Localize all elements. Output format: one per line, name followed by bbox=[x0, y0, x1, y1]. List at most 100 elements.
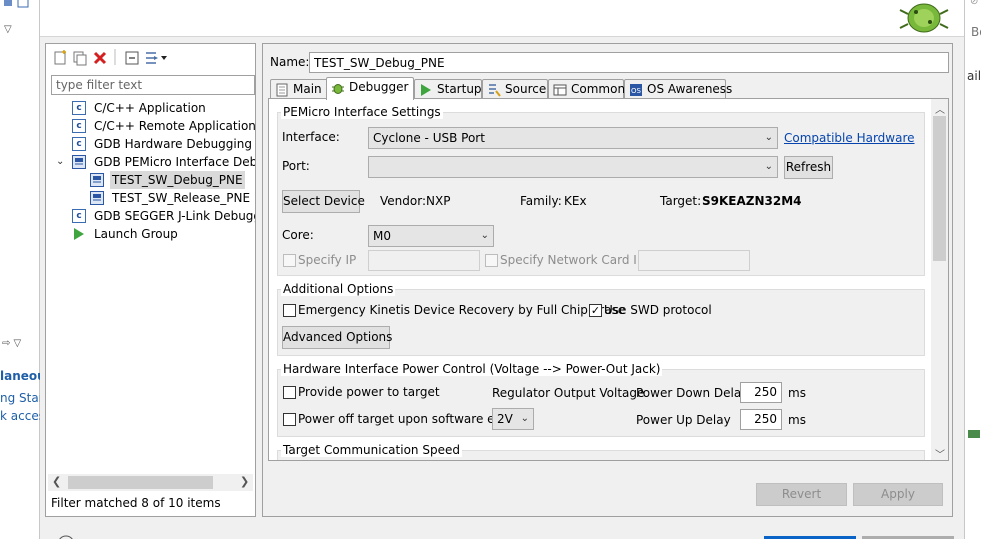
provide-power-checkbox[interactable] bbox=[283, 386, 296, 399]
help-icon[interactable] bbox=[56, 534, 76, 539]
specify-network-label: Specify Network Card IP bbox=[500, 253, 645, 267]
vendor-label: Vendor: bbox=[380, 194, 426, 208]
filter-status: Filter matched 8 of 10 items bbox=[51, 496, 221, 510]
tree-item-label: C/C++ Remote Application bbox=[94, 119, 255, 133]
tab-label: OS Awareness bbox=[647, 82, 733, 96]
use-swd-label: Use SWD protocol bbox=[604, 303, 712, 317]
delete-icon[interactable] bbox=[92, 50, 108, 66]
c-app-icon: c bbox=[72, 209, 86, 223]
scroll-down-icon[interactable]: ﹀ bbox=[935, 446, 945, 460]
launch-arrow-icon bbox=[74, 228, 84, 240]
filter-menu-icon[interactable] bbox=[144, 50, 168, 66]
interface-value: Cyclone - USB Port bbox=[373, 131, 485, 145]
launch-config-tree: c C/C++ Application c C/C++ Remote Appli… bbox=[46, 99, 255, 474]
chevron-down-icon: ⌄ bbox=[480, 230, 489, 241]
bg-right-icon bbox=[967, 426, 981, 443]
power-control-group: Hardware Interface Power Control (Voltag… bbox=[277, 362, 925, 437]
regulator-voltage-label: Regulator Output Voltage bbox=[492, 386, 645, 400]
bg-toolbar-icons bbox=[2, 0, 38, 11]
group-title: Additional Options bbox=[281, 282, 396, 296]
bg-right-text-0: ⊘ bbox=[970, 0, 979, 7]
tab-source[interactable]: Source bbox=[482, 79, 548, 99]
power-off-label: Power off target upon software exit bbox=[298, 412, 510, 426]
emergency-recovery-label: Emergency Kinetis Device Recovery by Ful… bbox=[298, 303, 626, 317]
power-down-delay-label: Power Down Delay bbox=[636, 386, 749, 400]
chevron-down-icon: ⌄ bbox=[520, 413, 529, 424]
interface-label: Interface: bbox=[282, 130, 340, 144]
power-off-checkbox[interactable] bbox=[283, 413, 296, 426]
apply-button[interactable]: Apply bbox=[853, 483, 943, 506]
ip-field[interactable] bbox=[368, 250, 480, 271]
communication-speed-group: Target Communication Speed bbox=[277, 443, 925, 460]
tree-item-label: GDB PEMicro Interface Debugging bbox=[94, 155, 255, 169]
revert-button[interactable]: Revert bbox=[756, 483, 847, 506]
voltage-select[interactable]: 2V ⌄ bbox=[492, 408, 534, 430]
use-swd-checkbox[interactable]: ✓ bbox=[589, 304, 602, 317]
power-up-delay-field[interactable]: 250 bbox=[740, 409, 782, 430]
refresh-button[interactable]: Refresh bbox=[784, 156, 833, 179]
tree-horizontal-scrollbar[interactable]: ❮ ❯ bbox=[48, 474, 253, 491]
additional-options-group: Additional Options Emergency Kinetis Dev… bbox=[277, 282, 925, 356]
specify-ip-label: Specify IP bbox=[298, 253, 357, 267]
chevron-down-icon: ⌄ bbox=[764, 161, 773, 172]
collapse-all-icon[interactable] bbox=[124, 50, 140, 66]
debugger-tab-content: PEMicro Interface Settings Interface: Cy… bbox=[268, 98, 949, 461]
compatible-hardware-link[interactable]: Compatible Hardware bbox=[784, 131, 915, 145]
network-ip-field[interactable] bbox=[638, 250, 750, 271]
bg-chevron-icon: ▽ bbox=[4, 24, 12, 35]
debug-configurations-dialog: c C/C++ Application c C/C++ Remote Appli… bbox=[40, 0, 964, 539]
advanced-options-button[interactable]: Advanced Options bbox=[282, 326, 392, 349]
duplicate-icon[interactable] bbox=[72, 50, 88, 66]
tree-item-label: GDB Hardware Debugging bbox=[94, 137, 252, 151]
tab-main[interactable]: Main bbox=[270, 79, 328, 99]
new-config-icon[interactable] bbox=[52, 50, 68, 66]
interface-select[interactable]: Cyclone - USB Port ⌄ bbox=[368, 127, 778, 149]
specify-ip-checkbox[interactable] bbox=[283, 254, 296, 267]
port-label: Port: bbox=[282, 159, 310, 173]
content-vertical-scrollbar[interactable]: ︿ ﹀ bbox=[931, 99, 948, 460]
tab-common[interactable]: Common bbox=[548, 79, 626, 99]
bug-icon bbox=[332, 84, 344, 94]
emergency-recovery-checkbox[interactable] bbox=[283, 304, 296, 317]
tab-os-awareness[interactable]: OS OS Awareness bbox=[624, 79, 732, 99]
pemicro-icon bbox=[72, 155, 86, 169]
tab-label: Debugger bbox=[349, 80, 409, 94]
tree-item-label: Launch Group bbox=[94, 227, 178, 241]
filter-input[interactable] bbox=[51, 75, 255, 95]
c-app-icon: c bbox=[72, 119, 86, 133]
scroll-thumb[interactable] bbox=[68, 476, 213, 489]
c-app-icon: c bbox=[72, 137, 86, 151]
chevron-down-icon: ⌄ bbox=[764, 132, 773, 143]
core-value: M0 bbox=[373, 229, 391, 243]
common-icon bbox=[553, 84, 567, 96]
group-title: PEMicro Interface Settings bbox=[281, 105, 443, 119]
tab-startup[interactable]: Startup bbox=[414, 79, 482, 99]
scroll-up-icon[interactable]: ︿ bbox=[935, 101, 945, 116]
config-name-input[interactable] bbox=[309, 52, 949, 73]
specify-network-checkbox[interactable] bbox=[485, 254, 498, 267]
core-select[interactable]: M0 ⌄ bbox=[368, 225, 494, 247]
tab-debugger[interactable]: Debugger bbox=[326, 77, 414, 100]
core-label: Core: bbox=[282, 228, 314, 242]
scroll-left-icon[interactable]: ❮ bbox=[52, 475, 61, 488]
name-label: Name: bbox=[270, 55, 310, 69]
port-select[interactable]: ⌄ bbox=[368, 156, 778, 178]
play-icon bbox=[421, 84, 431, 96]
tree-item-label: TEST_SW_Debug_PNE bbox=[110, 171, 245, 189]
bg-right-text-1: Bo bbox=[971, 25, 981, 39]
svg-text:OS: OS bbox=[631, 87, 642, 95]
select-device-button[interactable]: Select Device bbox=[282, 190, 365, 213]
dialog-banner bbox=[40, 0, 964, 37]
tab-label: Startup bbox=[437, 82, 482, 96]
bg-right-text-2: aila bbox=[967, 69, 981, 83]
power-down-delay-field[interactable]: 250 bbox=[740, 382, 782, 403]
chevron-down-icon[interactable]: ⌄ bbox=[56, 153, 64, 171]
target-label: Target: bbox=[660, 194, 702, 208]
document-icon bbox=[276, 83, 288, 97]
group-title: Target Communication Speed bbox=[281, 443, 462, 457]
scroll-thumb[interactable] bbox=[933, 116, 946, 261]
voltage-value: 2V bbox=[497, 412, 513, 426]
scroll-right-icon[interactable]: ❯ bbox=[240, 475, 249, 488]
tab-label: Common bbox=[571, 82, 626, 96]
os-icon: OS bbox=[630, 84, 642, 96]
